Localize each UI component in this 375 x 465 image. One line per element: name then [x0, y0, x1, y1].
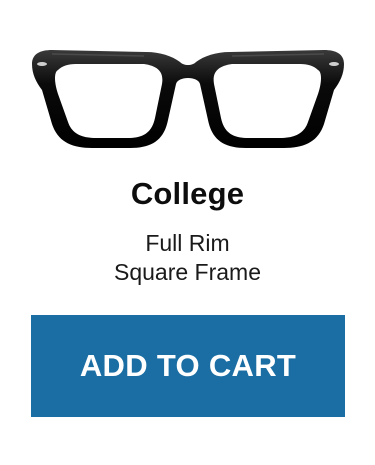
product-card: College Full Rim Square Frame ADD TO CAR… [0, 0, 375, 465]
product-name[interactable]: College [0, 174, 375, 214]
right-hinge-rivet [329, 62, 339, 66]
left-hinge-rivet [37, 62, 47, 66]
eyeglasses-icon[interactable] [28, 42, 348, 152]
product-description: Full Rim Square Frame [0, 229, 375, 287]
rim-type-label: Full Rim [145, 230, 230, 256]
add-to-cart-button[interactable]: ADD TO CART [31, 315, 345, 417]
frame-shape-label: Square Frame [113, 259, 261, 285]
eyeglasses-image [32, 50, 344, 148]
